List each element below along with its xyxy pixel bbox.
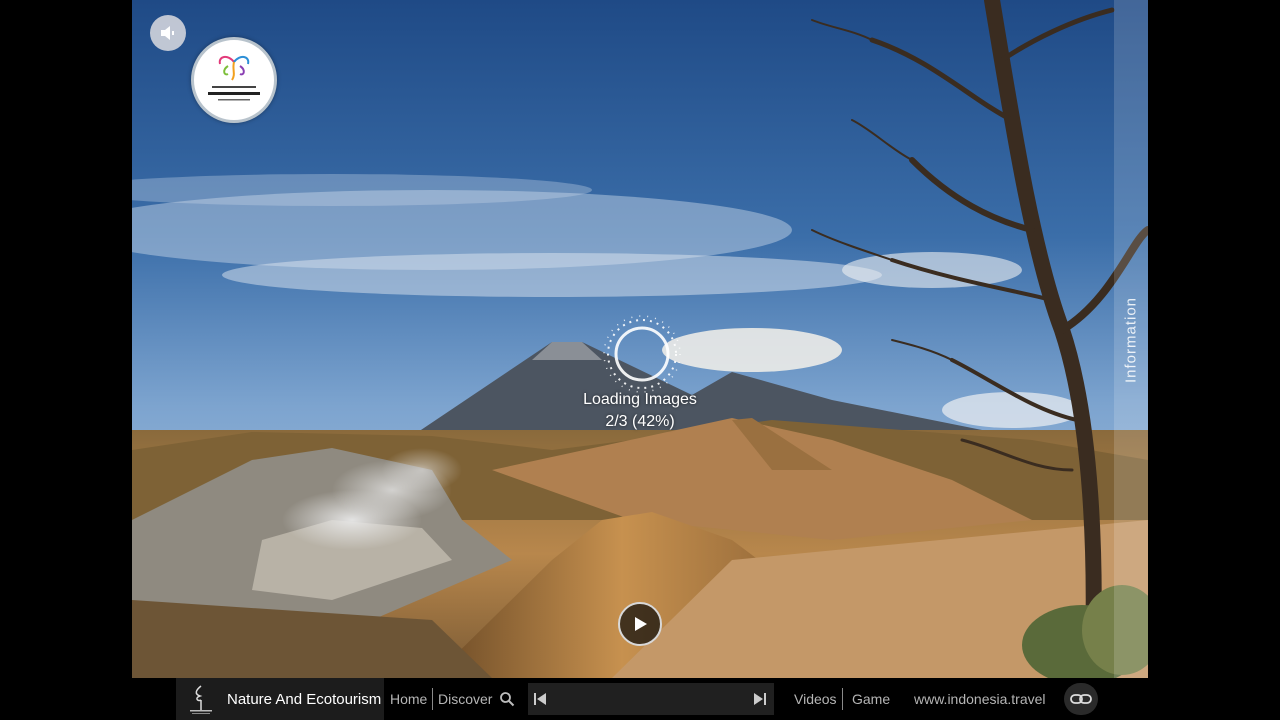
nav-videos-link[interactable]: Videos xyxy=(794,678,837,720)
nav-divider xyxy=(432,688,433,710)
link-icon xyxy=(1070,694,1092,704)
nav-game-link[interactable]: Game xyxy=(852,678,890,720)
previous-button[interactable] xyxy=(530,690,550,708)
loading-status: Loading Images 2/3 (42%) xyxy=(540,389,740,433)
play-button[interactable] xyxy=(618,602,662,646)
search-button[interactable] xyxy=(498,690,516,708)
bottom-navigation-bar: Nature And Ecotourism Home Discover Vide… xyxy=(132,678,1148,720)
play-icon xyxy=(635,617,647,631)
search-icon xyxy=(500,692,515,707)
section-brand: Nature And Ecotourism xyxy=(176,678,384,720)
wonderful-indonesia-logo xyxy=(191,37,277,123)
website-link[interactable]: www.indonesia.travel xyxy=(914,678,1046,720)
wonderful-indonesia-emblem xyxy=(208,56,260,101)
nav-discover-link[interactable]: Discover xyxy=(438,678,492,720)
skip-previous-icon xyxy=(534,693,546,705)
information-tab-label: Information xyxy=(1122,296,1140,384)
nav-home-link[interactable]: Home xyxy=(390,678,427,720)
loading-spinner-icon xyxy=(603,315,681,393)
speaker-icon xyxy=(161,26,174,40)
nav-divider xyxy=(842,688,843,710)
sound-toggle-button[interactable] xyxy=(150,15,186,51)
share-link-button[interactable] xyxy=(1064,683,1098,715)
loading-label: Loading Images xyxy=(583,391,697,408)
next-button[interactable] xyxy=(750,690,770,708)
skip-next-icon xyxy=(754,693,766,705)
information-tab[interactable]: Information xyxy=(1114,0,1148,678)
section-title: Nature And Ecotourism xyxy=(227,690,382,708)
slideshow-track xyxy=(528,683,774,715)
section-logo-icon xyxy=(190,685,212,714)
loading-progress: 2/3 (42%) xyxy=(605,413,675,430)
